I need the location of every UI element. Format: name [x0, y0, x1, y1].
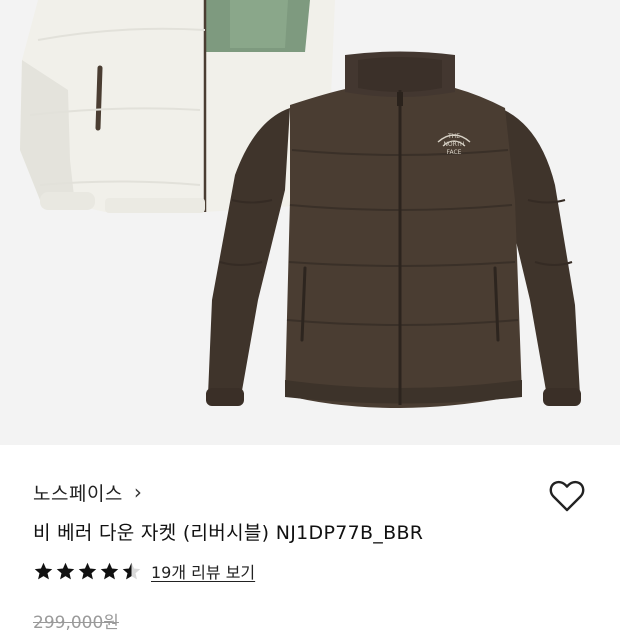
star-icon: [100, 562, 119, 579]
heart-outline-icon[interactable]: [548, 478, 586, 514]
product-title: 비 베러 다운 자켓 (리버시블) NJ1DP77B_BBR: [33, 522, 424, 544]
star-rating: [33, 561, 142, 582]
review-count-link[interactable]: 19개 리뷰 보기: [151, 559, 255, 583]
product-image[interactable]: THE NORTH FACE: [0, 0, 620, 445]
rating-row: 19개 리뷰 보기: [33, 559, 255, 583]
star-icon: [56, 562, 75, 579]
chevron-right-icon: ›: [133, 480, 142, 504]
logo-line-3: FACE: [447, 149, 462, 156]
star-icon: [34, 562, 53, 579]
logo-line-1: THE: [447, 133, 460, 140]
original-price: 299,000원: [33, 613, 119, 633]
jacket-illustration: THE NORTH FACE: [0, 0, 620, 445]
star-half-icon: [122, 562, 141, 579]
star-icon: [78, 562, 97, 579]
brand-link[interactable]: 노스페이스 ›: [33, 479, 142, 505]
logo-line-2: NORTH: [443, 141, 464, 148]
product-info: 노스페이스 › 비 베러 다운 자켓 (리버시블) NJ1DP77B_BBR 1…: [0, 445, 620, 633]
white-jacket-back: [20, 0, 335, 213]
brand-name[interactable]: 노스페이스: [33, 479, 123, 506]
